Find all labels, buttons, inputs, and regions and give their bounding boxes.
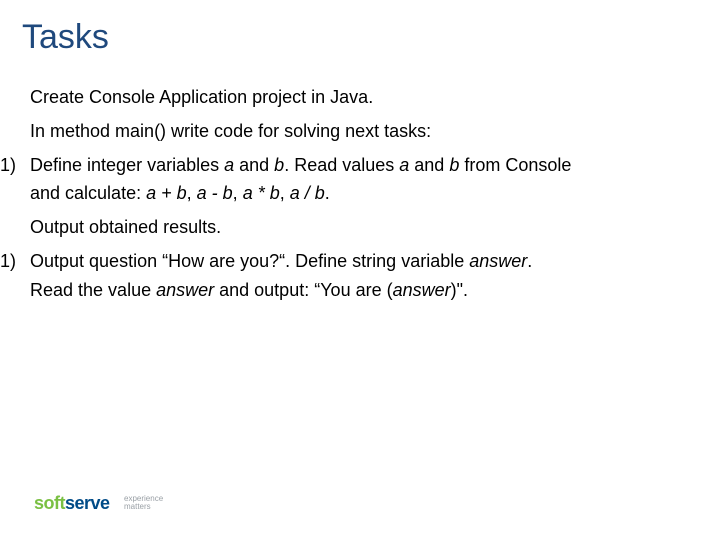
- task-1: 1)Define integer variables a and b. Read…: [0, 152, 700, 178]
- task-2-continuation: Read the value answer and output: “You a…: [30, 277, 700, 303]
- task-2-number: 1): [0, 248, 30, 274]
- task-1-output: Output obtained results.: [30, 214, 700, 240]
- task-1-number: 1): [0, 152, 30, 178]
- intro-line-1: Create Console Application project in Ja…: [30, 84, 700, 110]
- logo-tagline: experience matters: [124, 495, 163, 511]
- slide-body: Create Console Application project in Ja…: [0, 80, 700, 311]
- logo-soft: soft: [34, 493, 65, 513]
- slide-title: Tasks: [22, 18, 109, 57]
- intro-line-2: In method main() write code for solving …: [30, 118, 700, 144]
- task-2: 1)Output question “How are you?“. Define…: [0, 248, 700, 274]
- softserve-logo: softserve: [34, 493, 110, 514]
- task-2-text: Output question “How are you?“. Define s…: [30, 251, 532, 271]
- task-1-continuation: and calculate: a + b, a - b, a * b, a / …: [30, 180, 700, 206]
- task-1-text: Define integer variables a and b. Read v…: [30, 155, 571, 175]
- logo-serve: serve: [65, 493, 110, 513]
